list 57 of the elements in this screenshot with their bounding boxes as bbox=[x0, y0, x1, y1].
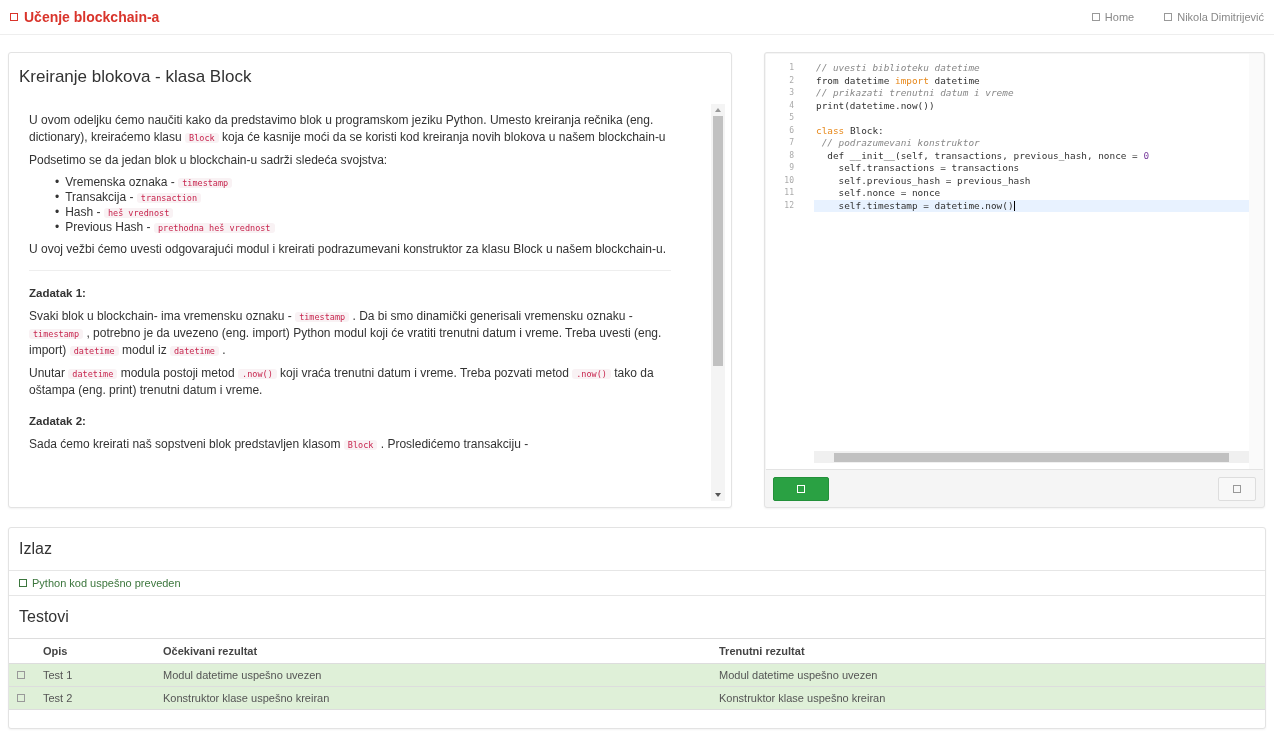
list-item: Previous Hash - prethodna heš vrednost bbox=[65, 220, 275, 235]
tests-title: Testovi bbox=[9, 595, 1265, 638]
code-line: class Block: bbox=[816, 124, 884, 137]
line-number: 8 bbox=[788, 149, 795, 162]
vertical-scrollbar[interactable] bbox=[711, 104, 725, 501]
paragraph: Unutar datetime modula postoji metod .now() koji vraća trenutni datum i vreme. Treba pozvati metod .now() tako da oštampa (eng. print) trenutni datum i vreme. bbox=[29, 365, 655, 399]
code-line: self.nonce = nonce bbox=[837, 187, 941, 200]
bullet: • bbox=[55, 220, 60, 235]
bullet: • bbox=[55, 205, 60, 220]
code-line: self.timestamp = datetime.now() bbox=[837, 199, 1014, 212]
code-line: // prikazati trenutni datum i vreme bbox=[816, 87, 1014, 100]
success-icon bbox=[19, 579, 27, 587]
line-number: 1 bbox=[788, 62, 795, 74]
output-title: Izlaz bbox=[18, 539, 53, 559]
paragraph: Sada ćemo kreirati naš sopstveni blok predstavljen klasom Block . Prosledićemo transakciju - bbox=[29, 436, 530, 453]
horizontal-scrollbar[interactable] bbox=[814, 451, 1249, 463]
code-line: self.previous_hash = previous_hash bbox=[837, 174, 1031, 187]
output-message: Python kod uspešno preveden bbox=[32, 577, 181, 589]
task-heading: Zadatak 2: bbox=[29, 414, 87, 429]
code-line: self.transactions = transactions bbox=[837, 162, 1020, 175]
line-number: 5 bbox=[788, 112, 795, 124]
paragraph: U ovom odeljku ćemo naučiti kako da predstavimo blok u programskom jeziku Python. Umesto kreiranja rečnika (eng. dictionary), kreiraćemo klasu Block koja će kasnije moći da se koristi kod kreiranja novih blokova u našem blockchain-u bbox=[29, 112, 667, 146]
list-item: Vremenska oznaka - timestamp bbox=[65, 175, 233, 190]
list-item: Hash - heš vrednost bbox=[65, 205, 174, 220]
bullet: • bbox=[55, 190, 60, 205]
line-number: 3 bbox=[788, 87, 795, 99]
column-header: Opis bbox=[35, 638, 155, 664]
code-line: // podrazumevani konstruktor bbox=[820, 137, 980, 150]
column-header: Očekivani rezultat bbox=[155, 638, 711, 664]
paragraph: U ovoj vežbi ćemo uvesti odgovarajući modul i kreirati podrazumevani konstruktor za klasu Block u našem blockchain-u. bbox=[29, 241, 667, 258]
list-item: Transakcija - transaction bbox=[65, 190, 202, 205]
paragraph: Svaki blok u blockchain- ima vremensku oznaku - timestamp . Da bi smo dinamički generisali vremensku oznaku - timestamp , potrebno je da uvezeno (eng. import) Python modul koji će vratiti trenutni datum i vreme. Treba uvesti (eng. import) datetime modul iz datetime . bbox=[29, 308, 663, 359]
bullet: • bbox=[55, 175, 60, 190]
line-number: 9 bbox=[788, 162, 795, 174]
column-header: Trenutni rezultat bbox=[711, 638, 1265, 664]
run-button[interactable] bbox=[773, 477, 829, 501]
code-line: def __init__(self, transactions, previous_hash, nonce = 0 bbox=[826, 149, 1150, 162]
task-heading: Zadatak 1: bbox=[29, 286, 87, 301]
code-line: from datetime import datetime bbox=[816, 74, 980, 87]
lesson-title: Kreiranje blokova - klasa Block bbox=[18, 66, 253, 88]
line-number: 2 bbox=[788, 74, 795, 87]
nav-link[interactable]: Home bbox=[1091, 11, 1135, 23]
code-line: // uvesti biblioteku datetime bbox=[816, 62, 980, 75]
line-number: 11 bbox=[783, 187, 795, 199]
test-row: Test 1 Modul datetime uspešno uvezen Modul datetime uspešno uvezen bbox=[9, 663, 1265, 687]
brand-icon bbox=[10, 13, 18, 21]
line-number: 4 bbox=[788, 99, 795, 112]
line-number: 10 bbox=[783, 174, 795, 187]
paragraph: Podsetimo se da jedan blok u blockchain-u sadrži sledeća svojstva: bbox=[29, 152, 389, 169]
reset-button[interactable] bbox=[1218, 477, 1256, 501]
line-number: 6 bbox=[788, 124, 795, 137]
code-line: print(datetime.now()) bbox=[816, 99, 935, 112]
test-row: Test 2 Konstruktor klase uspešno kreiran Konstruktor klase uspešno kreiran bbox=[9, 686, 1265, 710]
nav-link[interactable]: Nikola Dimitrijević bbox=[1164, 11, 1264, 23]
line-number: 7 bbox=[788, 137, 795, 149]
line-number: 12 bbox=[783, 199, 795, 212]
brand-link[interactable]: Učenje blockchain-a bbox=[24, 9, 160, 25]
